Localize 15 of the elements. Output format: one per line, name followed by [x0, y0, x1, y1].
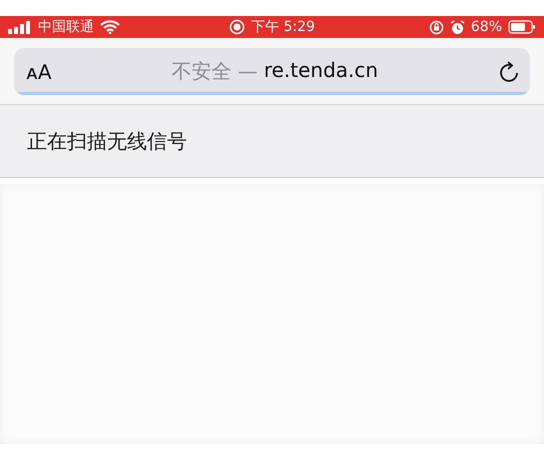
signal-icon: [8, 20, 32, 34]
text-size-button[interactable]: ᴀA: [26, 60, 52, 84]
battery-percent: 68%: [470, 19, 502, 35]
alarm-icon: [450, 20, 465, 34]
security-label: 不安全 —: [171, 58, 258, 85]
carrier-name: 中国联通: [38, 18, 94, 36]
clock-time: 下午 5:29: [251, 18, 315, 36]
address-field[interactable]: ᴀA 不安全 — re.tenda.cn: [14, 48, 530, 95]
wifi-icon: [100, 20, 120, 34]
domain-text: re.tenda.cn: [264, 58, 378, 84]
rotation-lock-icon: [428, 20, 444, 34]
recording-icon: [229, 19, 246, 35]
scan-status-text: 正在扫描无线信号: [27, 128, 187, 154]
reload-button[interactable]: [498, 60, 520, 84]
battery-icon: [508, 20, 536, 34]
